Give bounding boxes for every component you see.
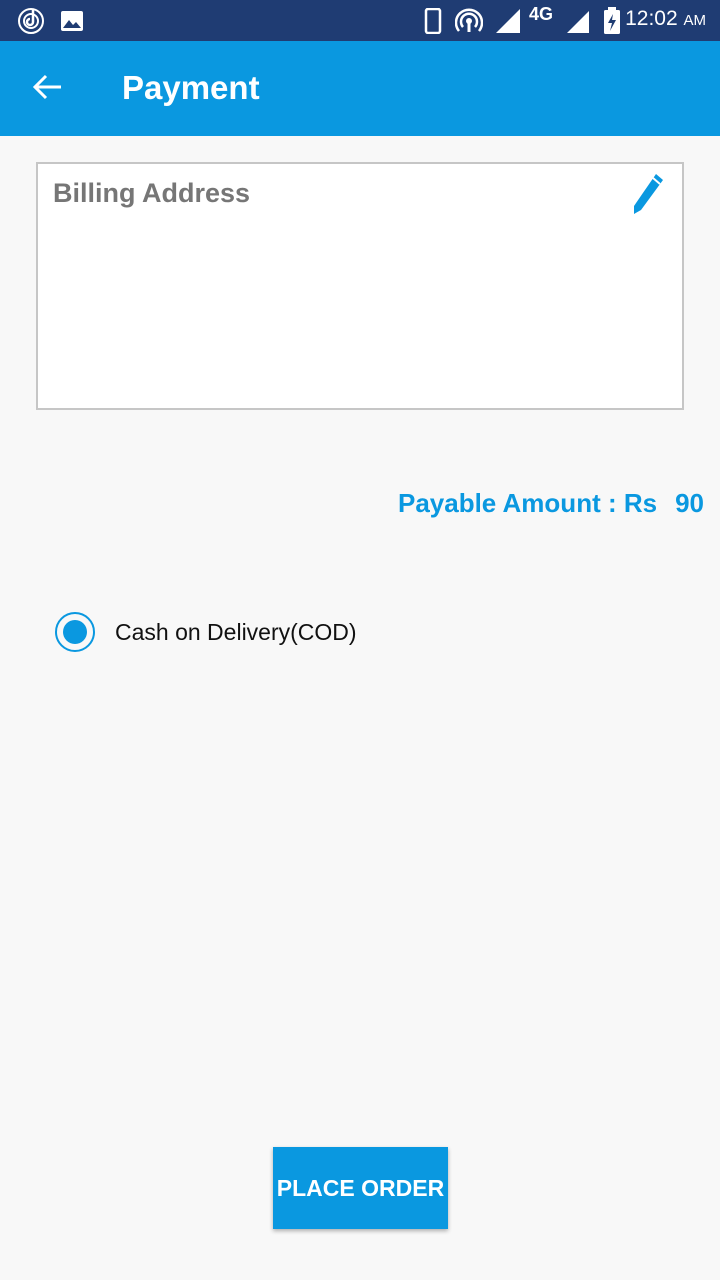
- signal-icon: [565, 6, 591, 36]
- app-bar: Payment: [0, 41, 720, 136]
- status-time: 12:02 AM: [625, 7, 706, 31]
- time-text: 12:02: [625, 7, 678, 30]
- pencil-icon: [631, 172, 665, 221]
- payable-amount: Payable Amount : Rs 90: [398, 488, 704, 519]
- payment-method-cod[interactable]: Cash on Delivery(COD): [55, 609, 357, 655]
- gallery-icon: [60, 6, 84, 36]
- back-button[interactable]: [24, 65, 72, 113]
- edit-address-button[interactable]: [628, 172, 668, 220]
- signal-icon: [494, 6, 522, 36]
- battery-charging-icon: [602, 6, 622, 36]
- payable-amount-label: Payable Amount : Rs: [397, 488, 658, 518]
- radio-selected-dot: [63, 620, 87, 644]
- radio-button[interactable]: [55, 612, 95, 652]
- billing-address-card: Billing Address: [36, 162, 684, 410]
- ampm-text: AM: [683, 12, 707, 29]
- hotspot-icon: [455, 6, 483, 36]
- place-order-button[interactable]: PLACE ORDER: [273, 1147, 448, 1229]
- status-bar: 4G 12:02 AM: [0, 0, 720, 41]
- arrow-left-icon: [32, 74, 63, 105]
- billing-address-title: Billing Address: [53, 178, 251, 208]
- payable-amount-value: 90: [675, 488, 704, 518]
- music-app-icon: [16, 6, 46, 36]
- phone-device-icon: [424, 6, 442, 36]
- payment-method-label: Cash on Delivery(COD): [115, 618, 357, 645]
- page-title: Payment: [122, 69, 260, 106]
- network-type-label: 4G: [529, 4, 554, 24]
